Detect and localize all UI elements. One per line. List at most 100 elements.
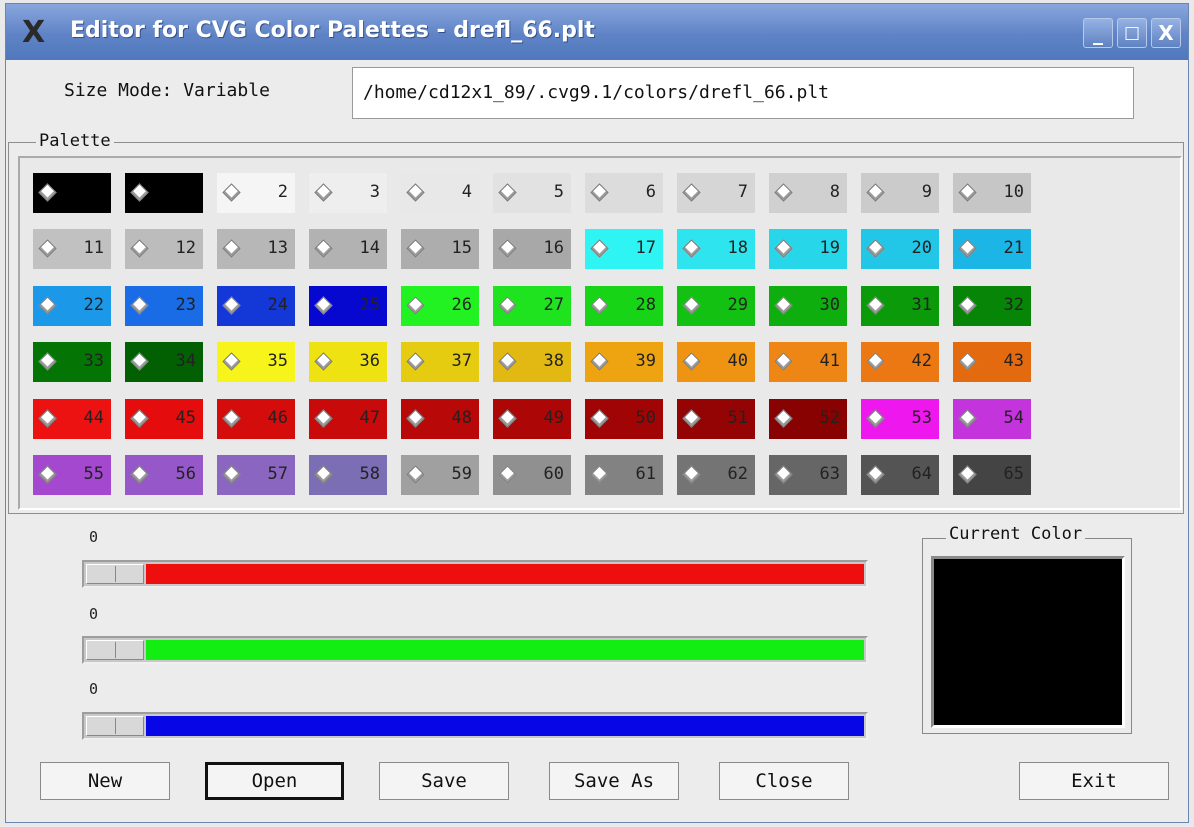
- save-button[interactable]: Save: [379, 762, 509, 800]
- palette-swatch[interactable]: 5: [493, 173, 571, 213]
- palette-swatch[interactable]: 32: [953, 286, 1031, 326]
- palette-swatch[interactable]: 12: [125, 229, 203, 269]
- save-as-button[interactable]: Save As: [549, 762, 679, 800]
- palette-swatch[interactable]: 63: [769, 455, 847, 495]
- swatch-number: 13: [267, 238, 288, 258]
- palette-swatch[interactable]: 20: [861, 229, 939, 269]
- swatch-number: 15: [451, 238, 472, 258]
- palette-swatch[interactable]: 34: [125, 342, 203, 382]
- title-bar[interactable]: X Editor for CVG Color Palettes - drefl_…: [6, 4, 1188, 60]
- palette-swatch[interactable]: [125, 173, 203, 213]
- palette-swatch[interactable]: 56: [125, 455, 203, 495]
- palette-swatch[interactable]: 38: [493, 342, 571, 382]
- palette-swatch[interactable]: 7: [677, 173, 755, 213]
- open-button[interactable]: Open: [205, 762, 344, 800]
- palette-swatch[interactable]: 42: [861, 342, 939, 382]
- diamond-icon: [590, 409, 609, 428]
- palette-swatch[interactable]: 44: [33, 399, 111, 439]
- diamond-icon: [498, 183, 517, 202]
- palette-swatch[interactable]: 13: [217, 229, 295, 269]
- palette-swatch[interactable]: 58: [309, 455, 387, 495]
- diamond-icon: [866, 239, 885, 258]
- red-slider[interactable]: [82, 560, 868, 588]
- green-slider[interactable]: [82, 636, 868, 664]
- palette-swatch[interactable]: 14: [309, 229, 387, 269]
- palette-swatch[interactable]: 47: [309, 399, 387, 439]
- swatch-number: 11: [83, 238, 104, 258]
- palette-swatch[interactable]: 33: [33, 342, 111, 382]
- palette-swatch[interactable]: 54: [953, 399, 1031, 439]
- green-slider-thumb[interactable]: [86, 640, 144, 660]
- palette-swatch[interactable]: 6: [585, 173, 663, 213]
- palette-swatch[interactable]: [33, 173, 111, 213]
- palette-swatch[interactable]: 17: [585, 229, 663, 269]
- palette-swatch[interactable]: 3: [309, 173, 387, 213]
- palette-swatch[interactable]: 41: [769, 342, 847, 382]
- palette-swatch[interactable]: 57: [217, 455, 295, 495]
- palette-swatch[interactable]: 65: [953, 455, 1031, 495]
- blue-slider-thumb[interactable]: [86, 716, 144, 736]
- palette-swatch[interactable]: 46: [217, 399, 295, 439]
- palette-swatch[interactable]: 40: [677, 342, 755, 382]
- new-button[interactable]: New: [40, 762, 170, 800]
- palette-swatch[interactable]: 28: [585, 286, 663, 326]
- close-button[interactable]: Close: [719, 762, 849, 800]
- maximize-button[interactable]: □: [1117, 18, 1147, 48]
- palette-swatch[interactable]: 23: [125, 286, 203, 326]
- palette-swatch[interactable]: 8: [769, 173, 847, 213]
- diamond-icon: [958, 465, 977, 484]
- palette-swatch[interactable]: 4: [401, 173, 479, 213]
- palette-swatch[interactable]: 37: [401, 342, 479, 382]
- palette-swatch[interactable]: 45: [125, 399, 203, 439]
- palette-swatch[interactable]: 25: [309, 286, 387, 326]
- palette-swatch[interactable]: 64: [861, 455, 939, 495]
- palette-swatch[interactable]: 29: [677, 286, 755, 326]
- swatch-number: 18: [727, 238, 748, 258]
- palette-swatch[interactable]: 31: [861, 286, 939, 326]
- palette-swatch[interactable]: 15: [401, 229, 479, 269]
- swatch-number: 16: [543, 238, 564, 258]
- palette-swatch[interactable]: 49: [493, 399, 571, 439]
- palette-swatch[interactable]: 19: [769, 229, 847, 269]
- diamond-icon: [406, 409, 425, 428]
- minimize-button[interactable]: _: [1083, 18, 1113, 48]
- palette-swatch[interactable]: 26: [401, 286, 479, 326]
- palette-swatch[interactable]: 24: [217, 286, 295, 326]
- palette-swatch[interactable]: 59: [401, 455, 479, 495]
- palette-swatch[interactable]: 36: [309, 342, 387, 382]
- swatch-number: 23: [175, 295, 196, 315]
- palette-swatch[interactable]: 60: [493, 455, 571, 495]
- palette-swatch[interactable]: 21: [953, 229, 1031, 269]
- diamond-icon: [682, 183, 701, 202]
- palette-swatch[interactable]: 62: [677, 455, 755, 495]
- exit-button[interactable]: Exit: [1019, 762, 1169, 800]
- palette-swatch[interactable]: 61: [585, 455, 663, 495]
- size-mode-label: Size Mode: Variable: [64, 80, 270, 101]
- palette-swatch[interactable]: 11: [33, 229, 111, 269]
- palette-swatch[interactable]: 22: [33, 286, 111, 326]
- palette-swatch[interactable]: 52: [769, 399, 847, 439]
- blue-slider[interactable]: [82, 712, 868, 740]
- palette-swatch[interactable]: 48: [401, 399, 479, 439]
- palette-swatch[interactable]: 18: [677, 229, 755, 269]
- file-path-field[interactable]: /home/cd12x1_89/.cvg9.1/colors/drefl_66.…: [352, 67, 1134, 119]
- palette-swatch[interactable]: 2: [217, 173, 295, 213]
- palette-swatch[interactable]: 53: [861, 399, 939, 439]
- palette-swatch[interactable]: 27: [493, 286, 571, 326]
- swatch-number: 9: [921, 182, 932, 202]
- palette-swatch[interactable]: 35: [217, 342, 295, 382]
- palette-swatch[interactable]: 43: [953, 342, 1031, 382]
- diamond-icon: [590, 296, 609, 315]
- swatch-number: 42: [911, 351, 932, 371]
- palette-swatch[interactable]: 10: [953, 173, 1031, 213]
- red-slider-thumb[interactable]: [86, 564, 144, 584]
- palette-swatch[interactable]: 51: [677, 399, 755, 439]
- palette-swatch[interactable]: 50: [585, 399, 663, 439]
- diamond-icon: [498, 239, 517, 258]
- close-window-button[interactable]: X: [1151, 18, 1181, 48]
- palette-swatch[interactable]: 30: [769, 286, 847, 326]
- palette-swatch[interactable]: 16: [493, 229, 571, 269]
- palette-swatch[interactable]: 9: [861, 173, 939, 213]
- palette-swatch[interactable]: 39: [585, 342, 663, 382]
- palette-swatch[interactable]: 55: [33, 455, 111, 495]
